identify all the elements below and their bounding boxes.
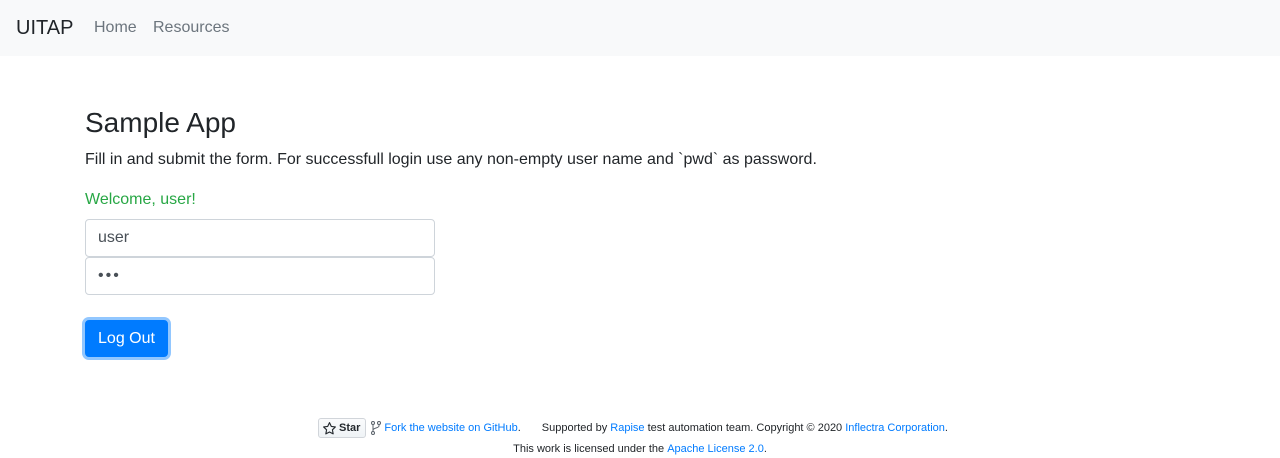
github-star-button[interactable]: Star bbox=[318, 418, 367, 438]
logout-button[interactable]: Log Out bbox=[85, 320, 168, 357]
fork-icon bbox=[371, 421, 382, 435]
password-field[interactable] bbox=[85, 257, 435, 295]
star-icon bbox=[323, 421, 336, 434]
fork-github-link[interactable]: Fork the website on GitHub bbox=[384, 422, 517, 434]
supported-by-text: Supported by bbox=[541, 422, 608, 434]
license-text: This work is licensed under the bbox=[513, 443, 665, 455]
rapise-link[interactable]: Rapise bbox=[610, 422, 644, 434]
copyright-text: test automation team. Copyright © 2020 bbox=[647, 422, 843, 434]
fork-link-period: . bbox=[517, 422, 521, 434]
instructions-text: Fill in and submit the form. For success… bbox=[85, 151, 817, 168]
login-status-message: Welcome, user! bbox=[85, 191, 196, 208]
navbar: UITAP Home Resources bbox=[0, 0, 1280, 56]
nav-link-resources[interactable]: Resources bbox=[153, 18, 229, 38]
license-notice: This work is licensed under the Apache L… bbox=[513, 443, 767, 455]
nav-link-home[interactable]: Home bbox=[94, 18, 137, 38]
brand-logo[interactable]: UITAP bbox=[16, 16, 73, 40]
apache-license-link[interactable]: Apache License 2.0 bbox=[667, 443, 764, 455]
star-button-label: Star bbox=[339, 422, 361, 434]
footer-credits: Star Fork the website on GitHub. Support… bbox=[318, 417, 948, 439]
page-title: Sample App bbox=[85, 107, 236, 138]
username-field[interactable] bbox=[85, 219, 435, 257]
inflectra-link[interactable]: Inflectra Corporation bbox=[845, 422, 945, 434]
